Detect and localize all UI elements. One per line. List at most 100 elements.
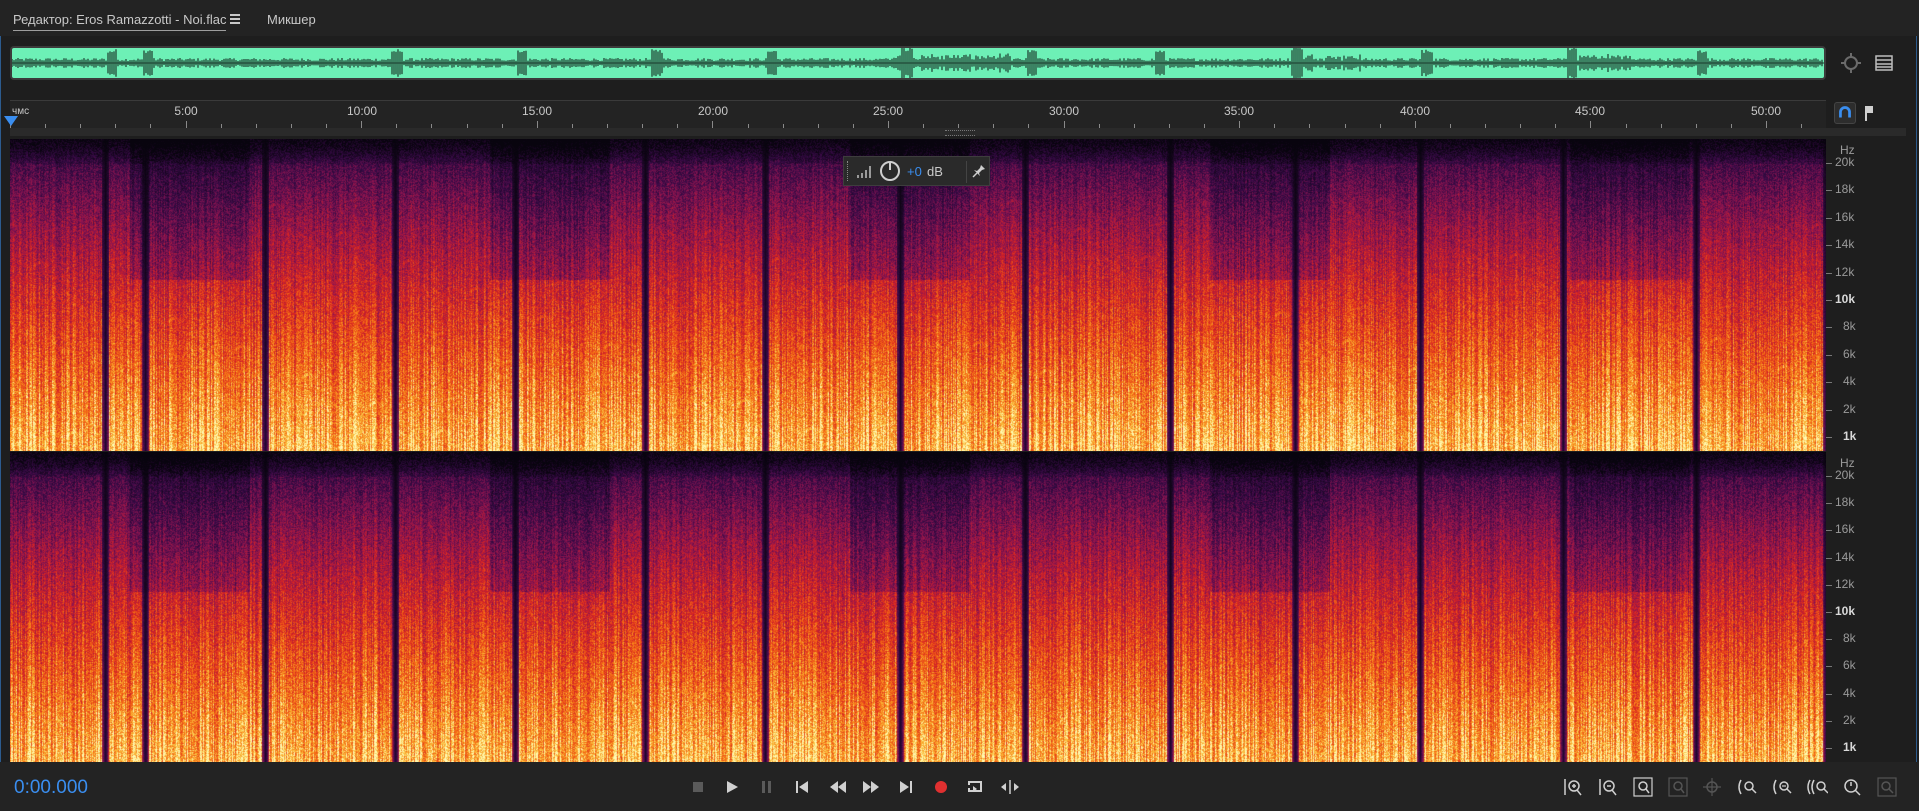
hz-axis-tick <box>1826 694 1832 695</box>
hz-axis-label: 12k <box>1835 577 1855 591</box>
hz-axis-tick <box>1826 163 1832 164</box>
zoom-in-amplitude-icon[interactable] <box>1562 776 1584 798</box>
tab-editor[interactable]: Редактор: Eros Ramazzotti - Noi.flac <box>13 12 227 31</box>
loop-playback-icon[interactable] <box>964 776 986 798</box>
hud-drag-handle[interactable] <box>847 161 851 181</box>
ruler-tick-label: 25:00 <box>872 104 904 118</box>
horizontal-scroll-strip[interactable] <box>10 128 1906 136</box>
fast-forward-icon[interactable] <box>860 776 882 798</box>
marker-flag-icon[interactable] <box>1862 102 1876 124</box>
hz-axis-label: 6k <box>1843 347 1856 361</box>
hz-axis-label: 1k <box>1843 740 1857 754</box>
hz-axis-tick <box>1826 585 1832 586</box>
spectrogram-channel-right[interactable] <box>10 452 1826 762</box>
current-time-display[interactable]: 0:00.000 <box>14 777 88 799</box>
hamburger-icon[interactable] <box>230 14 240 24</box>
transport-bar: 0:00.000 <box>0 762 1919 811</box>
frequency-axis-right: Hz 20k 18k 16k 14k 12k 10k 8k 6k 4k 2k 1k <box>1826 452 1919 762</box>
hz-axis-tick <box>1826 410 1832 411</box>
hz-axis-tick <box>1826 245 1832 246</box>
hz-axis-tick <box>1826 558 1832 559</box>
hz-axis-label: 20k <box>1835 468 1855 482</box>
gain-unit: dB <box>927 164 943 179</box>
hz-axis-label: 8k <box>1843 319 1856 333</box>
hz-axis-label: 14k <box>1835 237 1855 251</box>
hz-axis-tick <box>1826 437 1832 438</box>
overview-wave-graphic <box>12 48 1824 78</box>
frequency-axis-left: Hz 20k 18k 16k 14k 12k 10k 8k 6k 4k 2k 1k <box>1826 139 1919 451</box>
zoom-in-right-icon[interactable] <box>1771 776 1793 798</box>
hz-axis-label: 4k <box>1843 374 1856 388</box>
ruler-tick-label: 10:00 <box>346 104 378 118</box>
level-meter-icon <box>857 166 871 178</box>
hz-axis-label: 1k <box>1843 429 1857 443</box>
ruler-tick-label: 20:00 <box>697 104 729 118</box>
scroll-grip[interactable] <box>945 130 975 136</box>
hz-axis-tick <box>1826 721 1832 722</box>
gain-knob[interactable] <box>880 161 900 181</box>
hz-axis-tick <box>1826 530 1832 531</box>
ruler-tick-label: 5:00 <box>174 104 198 118</box>
hz-axis-tick <box>1826 666 1832 667</box>
pin-icon[interactable] <box>972 164 986 178</box>
hz-axis-label: 10k <box>1835 292 1856 306</box>
ruler-tick-label: 50:00 <box>1750 104 1782 118</box>
hz-axis-label: 14k <box>1835 550 1855 564</box>
pause-icon[interactable] <box>756 776 778 798</box>
play-icon[interactable] <box>721 776 743 798</box>
ruler-tick-label: 40:00 <box>1399 104 1431 118</box>
ruler-tick-label: 45:00 <box>1574 104 1606 118</box>
hz-axis-label: 10k <box>1835 604 1856 618</box>
skip-to-start-icon[interactable] <box>791 776 813 798</box>
zoom-out-amplitude-icon[interactable] <box>1597 776 1619 798</box>
panel-list-icon[interactable] <box>1873 52 1895 74</box>
hz-axis-label: 18k <box>1835 495 1855 509</box>
hz-axis-tick <box>1826 748 1832 749</box>
ruler-tick-label: 35:00 <box>1223 104 1255 118</box>
playhead-marker[interactable] <box>4 116 18 126</box>
hz-axis-tick <box>1826 612 1832 613</box>
zoom-in-left-icon[interactable] <box>1736 776 1758 798</box>
skip-selection-icon[interactable] <box>999 776 1021 798</box>
time-ruler[interactable]: чмс 5:00 10:00 15:00 20:00 25:00 30:00 3… <box>10 100 1826 129</box>
hz-axis-label: 8k <box>1843 631 1856 645</box>
hz-axis-tick <box>1826 355 1832 356</box>
hz-axis-label: 2k <box>1843 713 1856 727</box>
stop-icon[interactable] <box>687 776 709 798</box>
ruler-tick-label: 30:00 <box>1048 104 1080 118</box>
hz-axis-label: 2k <box>1843 402 1856 416</box>
zoom-frequency-disabled-icon[interactable] <box>1876 776 1898 798</box>
hz-axis-tick <box>1826 218 1832 219</box>
zoom-crosshair-icon[interactable] <box>1840 52 1862 74</box>
hz-axis-label: 18k <box>1835 182 1855 196</box>
hz-axis-tick <box>1826 503 1832 504</box>
hz-axis-tick <box>1826 382 1832 383</box>
record-icon[interactable] <box>930 776 952 798</box>
zoom-out-full-icon[interactable] <box>1806 776 1828 798</box>
hz-axis-label: 4k <box>1843 686 1856 700</box>
hz-axis-label: 16k <box>1835 522 1855 536</box>
hz-axis-tick <box>1826 190 1832 191</box>
spectrogram-canvas <box>10 452 1826 762</box>
zoom-reset-icon[interactable] <box>1632 776 1654 798</box>
hz-axis-label: 20k <box>1835 155 1855 169</box>
hud-divider <box>966 161 967 183</box>
skip-to-end-icon[interactable] <box>895 776 917 798</box>
zoom-playhead-disabled-icon[interactable] <box>1701 776 1723 798</box>
hz-axis-tick <box>1826 476 1832 477</box>
hz-axis-tick <box>1826 273 1832 274</box>
hz-axis-tick <box>1826 300 1832 301</box>
rewind-icon[interactable] <box>827 776 849 798</box>
zoom-selection-disabled-icon[interactable] <box>1667 776 1689 798</box>
overview-waveform[interactable] <box>10 46 1826 80</box>
zoom-history-icon[interactable] <box>1841 776 1863 798</box>
header-tabs: Редактор: Eros Ramazzotti - Noi.flac Мик… <box>0 0 1919 36</box>
hz-axis-label: 12k <box>1835 265 1855 279</box>
hz-axis-tick <box>1826 639 1832 640</box>
magnet-icon[interactable] <box>1834 102 1856 124</box>
gain-value[interactable]: +0 <box>907 164 922 179</box>
hz-axis-label: 6k <box>1843 658 1856 672</box>
tab-mixer[interactable]: Микшер <box>267 12 316 27</box>
ruler-tick-label: 15:00 <box>521 104 553 118</box>
gain-hud: +0 dB <box>843 156 990 186</box>
